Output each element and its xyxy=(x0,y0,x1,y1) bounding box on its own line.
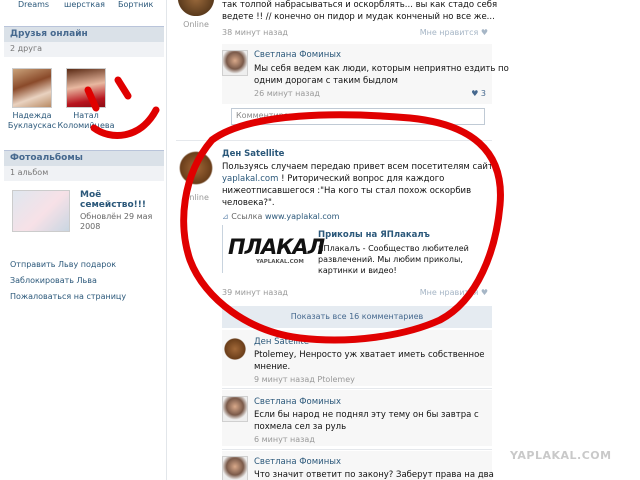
comment-text-line: Что значит ответит по закону? Заберут пр… xyxy=(254,470,494,480)
quote-bar xyxy=(222,225,223,273)
friend-last-name: Буклаускас xyxy=(7,121,57,130)
friend-photo[interactable] xyxy=(12,68,52,108)
albums-header[interactable]: Фотоальбомы xyxy=(4,150,164,166)
album-title[interactable]: Моё семейство!!! xyxy=(80,190,160,210)
column-divider xyxy=(166,0,167,480)
post-author[interactable]: Ден Satellite xyxy=(222,149,284,159)
comment-text-line: мнение. xyxy=(254,362,291,372)
friend-first-name: Натал xyxy=(73,111,99,120)
post-time: 39 минут назад xyxy=(222,288,288,297)
preview-desc-line: ЯПлакалъ - Сообщество любителей xyxy=(318,244,469,253)
comment-author[interactable]: Ден Satellite xyxy=(254,337,309,347)
author-avatar[interactable] xyxy=(176,148,216,188)
top-links: Dreams шерсткая Бортник xyxy=(0,0,166,14)
author-avatar[interactable] xyxy=(176,0,216,16)
post-time: 38 минут назад xyxy=(222,28,288,37)
comment-time: 6 минут назад xyxy=(254,435,315,444)
comment-author[interactable]: Светлана Фоминых xyxy=(254,457,341,467)
left-sidebar: Dreams шерсткая Бортник Друзья онлайн 2 … xyxy=(0,0,166,480)
top-link[interactable]: Dreams xyxy=(18,0,49,9)
post-text-fragment: ! Риторический вопрос для каждого xyxy=(278,174,445,184)
top-link[interactable]: Бортник xyxy=(118,0,153,9)
comment-text-line: Мы себя ведем как люди, которым неприятн… xyxy=(254,64,509,74)
preview-desc-line: картинки и видео! xyxy=(318,266,397,275)
report-page-link[interactable]: Пожаловаться на страницу xyxy=(10,292,126,301)
divider xyxy=(176,140,492,141)
like-button[interactable]: ♥ 3 xyxy=(440,89,486,98)
preview-title[interactable]: Приколы на ЯПлакалъ xyxy=(318,230,430,240)
comment-meta: 9 минут назад Ptolemey xyxy=(254,375,355,384)
link-icon: ⊿ xyxy=(222,212,229,221)
post-text-line: человека?". xyxy=(222,198,275,208)
albums-count: 1 альбом xyxy=(4,166,164,181)
comment-author[interactable]: Светлана Фоминых xyxy=(254,50,341,60)
link-label: Ссылка xyxy=(231,212,263,221)
like-button[interactable]: Мне нравится ♥ xyxy=(400,288,488,297)
block-user-link[interactable]: Заблокировать Льва xyxy=(10,276,97,285)
friends-online-header[interactable]: Друзья онлайн xyxy=(4,26,164,42)
post-text-line: Пользуясь случаем передаю привет всем по… xyxy=(222,162,499,172)
preview-logo-sub: YAPLAKAL.COM xyxy=(256,259,304,265)
comment-text-line: Ptolemey, Ненросто уж хватает иметь собс… xyxy=(254,350,485,360)
comment-author[interactable]: Светлана Фоминых xyxy=(254,397,341,407)
preview-description: ЯПлакалъ - Сообщество любителей развлече… xyxy=(318,243,488,276)
divider xyxy=(222,388,492,389)
comment-time: 26 минут назад xyxy=(254,89,320,98)
top-link[interactable]: шерсткая xyxy=(64,0,105,9)
friend-last-name: Коломийцева xyxy=(57,121,115,130)
like-button[interactable]: Мне нравится ♥ xyxy=(400,28,488,37)
online-status: Online xyxy=(183,193,209,202)
link-url[interactable]: www.yaplakal.com xyxy=(265,212,340,221)
post-text-line: yaplakal.com ! Риторический вопрос для к… xyxy=(222,173,444,185)
post-text-line: так толпой набрасываться и оскорблять...… xyxy=(222,0,498,10)
friends-online-count: 2 друга xyxy=(4,42,164,57)
friend-card[interactable]: Надежда Буклаускас xyxy=(2,68,62,131)
link-preview-image[interactable]: ПЛАКАЛ YAPLAKAL.COM xyxy=(226,229,325,269)
heart-icon: ♥ xyxy=(471,89,479,98)
like-label: Мне нравится xyxy=(419,288,479,297)
friend-photo[interactable] xyxy=(66,68,106,108)
friend-first-name: Надежда xyxy=(12,111,52,120)
commenter-avatar[interactable] xyxy=(222,50,248,76)
show-all-comments-button[interactable]: Показать все 16 комментариев xyxy=(222,306,492,328)
comment-input[interactable]: Комментировать... xyxy=(231,108,485,125)
site-link[interactable]: yaplakal.com xyxy=(222,174,278,184)
divider xyxy=(222,449,492,450)
preview-logo: ПЛАКАЛ xyxy=(228,235,325,259)
watermark: YAPLAKAL.COM xyxy=(510,449,612,462)
heart-icon: ♥ xyxy=(480,28,488,37)
album-cover[interactable] xyxy=(12,190,70,232)
send-gift-link[interactable]: Отправить Льву подарок xyxy=(10,260,116,269)
commenter-avatar[interactable] xyxy=(222,456,248,480)
comment-text-line: Если бы народ не поднял эту тему он бы з… xyxy=(254,410,479,420)
like-count: 3 xyxy=(480,89,486,98)
preview-desc-line: развлечений. Мы любим приколы, xyxy=(318,255,463,264)
post-text-line: ведете !! // конечно он пидор и мудак ко… xyxy=(222,12,495,22)
comment-text-line: одним дорогам с таким быдлом xyxy=(254,76,398,86)
heart-icon: ♥ xyxy=(480,288,488,297)
attached-link[interactable]: ⊿ Ссылка www.yaplakal.com xyxy=(222,212,339,221)
commenter-avatar[interactable] xyxy=(222,336,248,362)
commenter-avatar[interactable] xyxy=(222,396,248,422)
comment-text-line: похмела сел за руль xyxy=(254,422,347,432)
album-updated: Обновлён 29 мая 2008 xyxy=(80,212,153,231)
friend-card[interactable]: Натал Коломийцева xyxy=(56,68,116,131)
online-status: Online xyxy=(183,20,209,29)
post-text-line: нижеотписавшегося :"На кого ты стал похо… xyxy=(222,186,472,196)
like-label: Мне нравится xyxy=(419,28,479,37)
